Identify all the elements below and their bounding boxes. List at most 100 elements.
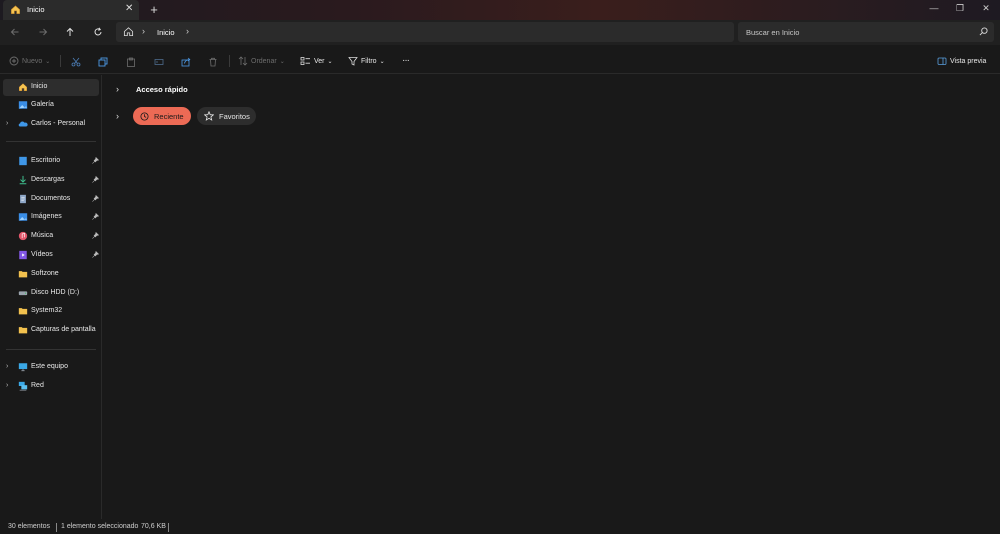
pin-icon bbox=[92, 176, 99, 183]
preview-label: Vista previa bbox=[950, 57, 987, 65]
up-button[interactable] bbox=[62, 25, 78, 39]
chevron-down-icon: ⌄ bbox=[327, 58, 333, 65]
back-button[interactable] bbox=[7, 25, 23, 39]
preview-pane-button[interactable]: Vista previa bbox=[937, 54, 986, 68]
quick-access-header[interactable]: › Acceso rápido bbox=[116, 82, 188, 96]
favorites-filter-button[interactable]: Favoritos bbox=[197, 107, 256, 125]
sidebar-item-disco-hdd[interactable]: Disco HDD (D:) bbox=[3, 285, 99, 302]
item-count: 30 elementos bbox=[8, 523, 51, 530]
chevron-right-icon[interactable]: › bbox=[6, 120, 8, 127]
computer-icon bbox=[18, 363, 28, 372]
view-label: Ver bbox=[314, 57, 325, 65]
pin-icon bbox=[92, 195, 99, 202]
breadcrumb-inicio[interactable]: Inicio bbox=[157, 28, 175, 37]
selection-info: 1 elemento seleccionado bbox=[61, 523, 139, 530]
paste-icon[interactable] bbox=[126, 57, 136, 67]
sidebar-item-imagenes[interactable]: Imágenes bbox=[3, 209, 99, 226]
search-icon bbox=[979, 27, 988, 36]
search-box[interactable] bbox=[738, 22, 994, 42]
sidebar-divider bbox=[6, 349, 96, 350]
sort-button[interactable]: Ordenar ⌄ bbox=[238, 54, 285, 68]
quick-access-title: Acceso rápido bbox=[136, 84, 188, 94]
cut-icon[interactable] bbox=[71, 57, 81, 67]
pin-icon bbox=[92, 251, 99, 258]
pin-icon bbox=[92, 213, 99, 220]
new-tab-button[interactable]: + bbox=[148, 2, 160, 17]
home-outline-icon bbox=[123, 27, 134, 37]
more-options-button[interactable]: ··· bbox=[402, 55, 410, 66]
downloads-icon bbox=[19, 175, 27, 185]
share-icon[interactable] bbox=[181, 57, 191, 67]
sidebar-item-descargas[interactable]: Descargas bbox=[3, 172, 99, 189]
navigation-pane: Inicio Galería › Carlos - Personal Escri… bbox=[0, 75, 102, 519]
chevron-right-icon[interactable]: › bbox=[6, 382, 8, 389]
pictures-icon bbox=[18, 213, 28, 221]
view-button[interactable]: Ver ⌄ bbox=[300, 54, 333, 68]
sidebar-item-videos[interactable]: Vídeos bbox=[3, 247, 99, 264]
chevron-down-icon: ⌄ bbox=[279, 58, 285, 65]
preview-pane-icon bbox=[937, 57, 947, 65]
filter-label: Filtro bbox=[361, 57, 377, 65]
forward-button[interactable] bbox=[35, 25, 51, 39]
sidebar-item-red[interactable]: › Red bbox=[3, 378, 99, 395]
breadcrumb-chevron[interactable]: › bbox=[186, 26, 189, 36]
sidebar-item-softzone[interactable]: Softzone bbox=[3, 266, 99, 283]
videos-icon bbox=[19, 250, 27, 260]
sidebar-item-carlos-personal[interactable]: › Carlos - Personal bbox=[3, 116, 99, 133]
sidebar-item-capturas-de-pantalla[interactable]: Capturas de pantalla bbox=[3, 322, 99, 339]
filter-button[interactable]: Filtro ⌄ bbox=[348, 54, 385, 68]
status-divider bbox=[56, 523, 57, 532]
chevron-right-icon[interactable]: › bbox=[116, 111, 119, 121]
sidebar-item-inicio[interactable]: Inicio bbox=[3, 79, 99, 96]
sidebar-divider bbox=[6, 141, 96, 142]
status-bar: 30 elementos 1 elemento seleccionado 70,… bbox=[0, 520, 1000, 534]
sidebar-item-galeria[interactable]: Galería bbox=[3, 97, 99, 114]
rename-icon[interactable] bbox=[154, 57, 164, 67]
pin-icon bbox=[92, 157, 99, 164]
new-button[interactable]: Nuevo ⌄ bbox=[9, 54, 50, 68]
sidebar-item-documentos[interactable]: Documentos bbox=[3, 191, 99, 208]
breadcrumb-separator: › bbox=[142, 26, 145, 36]
title-bar: Inicio ✕ + — ❐ ✕ bbox=[0, 0, 1000, 20]
chevron-down-icon: ⌄ bbox=[379, 58, 385, 65]
address-bar[interactable]: › Inicio › bbox=[116, 22, 734, 42]
home-icon bbox=[19, 83, 27, 91]
chevron-right-icon[interactable]: › bbox=[116, 84, 126, 94]
view-icon bbox=[300, 57, 310, 65]
home-icon bbox=[11, 5, 20, 14]
content-area: › Acceso rápido › Reciente Favoritos bbox=[103, 75, 1000, 519]
star-icon bbox=[204, 111, 214, 121]
sort-label: Ordenar bbox=[251, 57, 277, 65]
selection-size: 70,6 KB bbox=[141, 523, 166, 530]
drive-icon bbox=[18, 291, 28, 296]
folder-icon bbox=[18, 271, 28, 278]
minimize-button[interactable]: — bbox=[926, 3, 942, 13]
sidebar-item-este-equipo[interactable]: › Este equipo bbox=[3, 359, 99, 376]
desktop-icon bbox=[19, 156, 27, 166]
clock-icon bbox=[140, 111, 149, 121]
network-icon bbox=[18, 381, 28, 391]
restore-button[interactable]: ❐ bbox=[952, 3, 968, 14]
filter-icon bbox=[348, 57, 358, 66]
tab-inicio[interactable]: Inicio ✕ bbox=[3, 0, 139, 20]
search-input[interactable] bbox=[738, 22, 978, 42]
tab-close-button[interactable]: ✕ bbox=[125, 3, 133, 14]
status-divider bbox=[168, 523, 169, 532]
delete-icon[interactable] bbox=[208, 57, 218, 67]
folder-icon bbox=[18, 327, 28, 334]
add-circle-icon bbox=[9, 56, 19, 66]
recent-filter-button[interactable]: Reciente bbox=[133, 107, 191, 125]
music-icon bbox=[18, 231, 28, 241]
sidebar-item-musica[interactable]: Música bbox=[3, 228, 99, 245]
toolbar-divider bbox=[60, 55, 61, 67]
chevron-right-icon[interactable]: › bbox=[6, 363, 8, 370]
refresh-button[interactable] bbox=[90, 25, 106, 39]
sidebar-item-escritorio[interactable]: Escritorio bbox=[3, 153, 99, 170]
sidebar-item-system32[interactable]: System32 bbox=[3, 303, 99, 320]
pin-icon bbox=[92, 232, 99, 239]
recent-label: Reciente bbox=[154, 111, 184, 121]
copy-icon[interactable] bbox=[98, 57, 108, 67]
chevron-down-icon: ⌄ bbox=[45, 58, 51, 65]
documents-icon bbox=[20, 194, 26, 204]
window-close-button[interactable]: ✕ bbox=[978, 3, 994, 14]
